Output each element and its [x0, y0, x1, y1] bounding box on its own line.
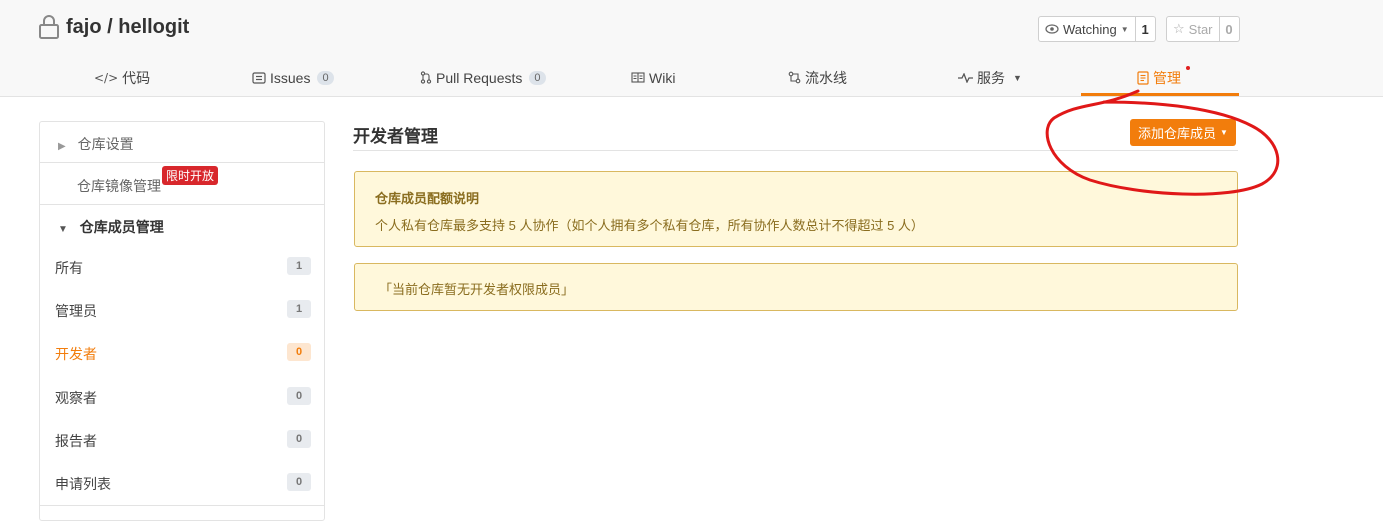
empty-members-notice: 「当前仓库暂无开发者权限成员」 — [354, 263, 1238, 311]
star-button-group[interactable]: ☆ Star 0 — [1166, 16, 1240, 42]
divider — [40, 204, 324, 205]
caret-down-icon: ▼ — [58, 224, 68, 235]
sidebar-item-label: 申请列表 — [55, 476, 111, 492]
notification-dot — [1186, 66, 1190, 70]
tab-label: 流水线 — [805, 69, 847, 86]
tab-services[interactable]: 服务 ▼ — [958, 58, 1022, 97]
tab-wiki[interactable]: Wiki — [631, 58, 675, 97]
quota-notice-body: 个人私有仓库最多支持 5 人协作（如个人拥有多个私有仓库，所有协作人数总计不得超… — [375, 218, 924, 233]
tab-label: Issues — [270, 69, 311, 86]
tab-pipeline[interactable]: 流水线 — [788, 58, 847, 97]
add-member-button[interactable]: 添加仓库成员 ▼ — [1130, 119, 1236, 146]
repo-path[interactable]: fajo / hellogit — [66, 16, 189, 39]
count-badge: 0 — [287, 343, 311, 361]
sidebar-item-label: 仓库设置 — [77, 136, 134, 152]
issues-count-badge: 0 — [317, 70, 334, 85]
chevron-down-icon: ▼ — [1013, 72, 1022, 83]
manage-icon — [1137, 70, 1149, 85]
sidebar-section-label: 仓库成员管理 — [79, 219, 164, 235]
quota-notice: 仓库成员配额说明 个人私有仓库最多支持 5 人协作（如个人拥有多个私有仓库，所有… — [354, 171, 1238, 247]
sidebar-item-label: 仓库镜像管理 — [77, 178, 161, 194]
count-badge: 1 — [287, 257, 311, 275]
add-member-label: 添加仓库成员 — [1138, 126, 1217, 141]
tab-issues[interactable]: Issues 0 — [252, 58, 334, 97]
count-badge: 1 — [287, 300, 311, 318]
eye-icon — [1045, 24, 1059, 34]
sidebar-item-label: 报告者 — [55, 433, 97, 449]
count-badge: 0 — [287, 430, 311, 448]
wiki-icon — [631, 72, 645, 83]
sidebar-item-label: 所有 — [55, 260, 83, 276]
lock-icon — [39, 15, 59, 39]
repo-tabs: </> 代码 Issues 0 Pull Requests 0 Wiki 流水线… — [0, 58, 1383, 97]
tab-code[interactable]: </> 代码 — [94, 58, 150, 97]
repo-title: fajo / hellogit — [38, 14, 189, 40]
tab-manage[interactable]: 管理 — [1137, 58, 1181, 97]
tab-label: Wiki — [649, 69, 676, 86]
count-badge: 0 — [287, 473, 311, 491]
active-tab-indicator — [1081, 93, 1239, 96]
watch-button[interactable]: Watching ▼ — [1038, 16, 1136, 42]
pull-requests-count-badge: 0 — [529, 70, 546, 85]
page-title: 开发者管理 — [353, 127, 438, 146]
sidebar-item-label: 管理员 — [55, 303, 97, 319]
title-divider — [353, 150, 1238, 151]
issues-icon — [252, 71, 266, 84]
pull-request-icon — [420, 71, 432, 84]
divider — [40, 162, 324, 163]
caret-right-icon: ▶ — [58, 141, 66, 152]
watch-button-group[interactable]: Watching ▼ 1 — [1038, 16, 1156, 42]
settings-sidebar: ▶ 仓库设置 仓库镜像管理 限时开放 ▼ 仓库成员管理 所有 1 管理员 1 开… — [39, 121, 325, 521]
count-badge: 0 — [287, 387, 311, 405]
tab-label: 代码 — [122, 69, 151, 86]
repo-header: fajo / hellogit Watching ▼ 1 ☆ Star 0 </… — [0, 0, 1383, 97]
star-button[interactable]: ☆ Star — [1166, 16, 1220, 42]
tab-label: Pull Requests — [436, 69, 523, 86]
sidebar-item-repo-settings[interactable]: ▶ 仓库设置 — [58, 134, 308, 154]
pulse-icon — [958, 72, 973, 83]
sidebar-item-label: 开发者 — [55, 346, 97, 362]
chevron-down-icon: ▼ — [1220, 128, 1228, 137]
code-icon: </> — [94, 70, 119, 85]
empty-members-text: 「当前仓库暂无开发者权限成员」 — [379, 282, 575, 297]
limited-open-badge: 限时开放 — [162, 166, 219, 185]
tab-pull-requests[interactable]: Pull Requests 0 — [420, 58, 546, 97]
watch-label: Watching — [1063, 21, 1117, 37]
chevron-down-icon: ▼ — [1120, 24, 1129, 34]
tab-label: 服务 — [977, 69, 1005, 86]
sidebar-item-label: 观察者 — [55, 390, 97, 406]
star-icon: ☆ — [1173, 21, 1185, 36]
quota-notice-title: 仓库成员配额说明 — [375, 191, 480, 206]
sidebar-section-members[interactable]: ▼ 仓库成员管理 — [58, 217, 308, 237]
star-count[interactable]: 0 — [1219, 16, 1240, 42]
watch-count[interactable]: 1 — [1135, 16, 1156, 42]
divider — [40, 505, 324, 506]
star-label: Star — [1188, 21, 1213, 37]
pipeline-icon — [788, 71, 801, 84]
tab-label: 管理 — [1153, 69, 1181, 86]
